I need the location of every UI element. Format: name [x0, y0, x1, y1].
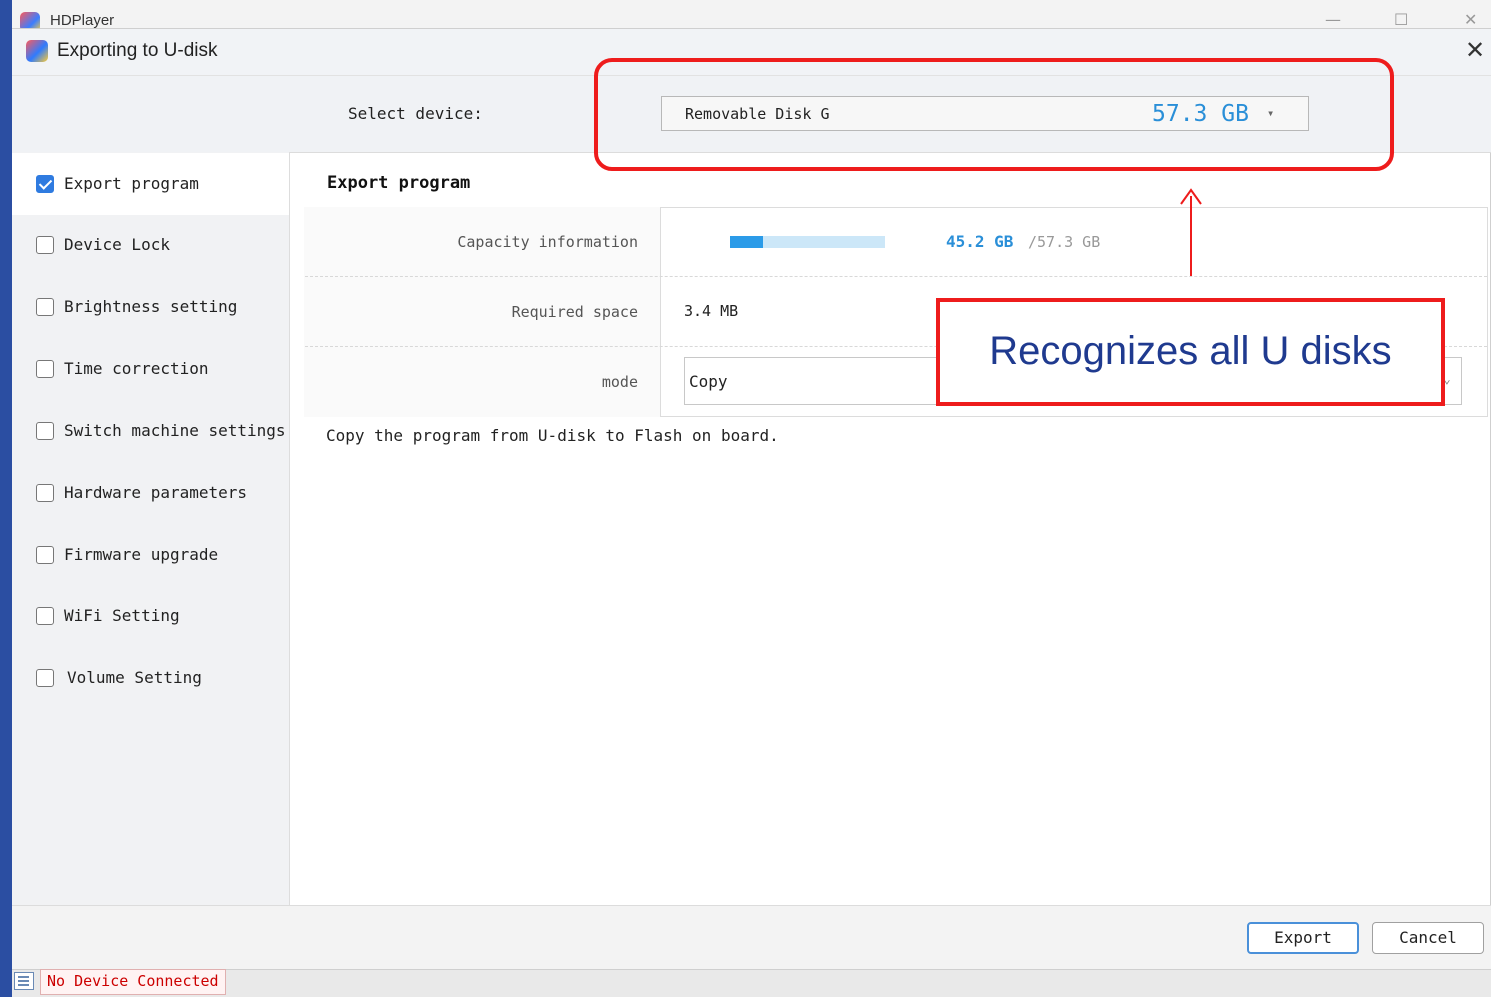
sidebar-item-label: Device Lock — [64, 235, 170, 254]
row-divider — [305, 276, 1487, 277]
app-close-icon[interactable]: ✕ — [1464, 10, 1477, 29]
annotation-arrow-line — [1190, 196, 1192, 276]
cancel-button[interactable]: Cancel — [1372, 922, 1484, 954]
sidebar-item-time-correction[interactable]: Time correction — [12, 339, 289, 401]
required-space-label: Required space — [511, 303, 638, 321]
firmware-upgrade-checkbox[interactable] — [36, 546, 54, 564]
sidebar-item-label: WiFi Setting — [64, 606, 180, 625]
capacity-used: 45.2 GB — [946, 232, 1014, 251]
device-lock-checkbox[interactable] — [36, 236, 54, 254]
dialog-close-icon[interactable]: ✕ — [1465, 36, 1485, 64]
sidebar-item-label: Export program — [64, 174, 199, 193]
required-space-value: 3.4 MB — [684, 302, 739, 320]
sidebar-item-hardware-parameters[interactable]: Hardware parameters — [12, 463, 289, 525]
sidebar-item-label: Switch machine settings — [64, 421, 286, 440]
export-button[interactable]: Export — [1247, 922, 1359, 954]
minimize-icon[interactable]: — — [1325, 10, 1341, 29]
sidebar-item-label: Time correction — [64, 359, 209, 378]
volume-setting-checkbox[interactable] — [36, 669, 54, 687]
status-bar — [12, 969, 1491, 997]
connection-status: No Device Connected — [40, 969, 226, 995]
sidebar-item-label: Volume Setting — [67, 668, 202, 687]
switch-machine-settings-checkbox[interactable] — [36, 422, 54, 440]
select-device-label: Select device: — [348, 104, 483, 123]
mode-description: Copy the program from U-disk to Flash on… — [326, 426, 779, 445]
sidebar-item-label: Firmware upgrade — [64, 545, 219, 564]
app-titlebar — [12, 0, 1491, 30]
capacity-label: Capacity information — [457, 233, 638, 251]
annotation-text: Recognizes all U disks — [989, 329, 1392, 373]
sidebar-item-switch-machine-settings[interactable]: Switch machine settings — [12, 401, 289, 463]
sidebar-item-wifi-setting[interactable]: WiFi Setting — [12, 587, 289, 649]
wifi-setting-checkbox[interactable] — [36, 607, 54, 625]
dialog-title: Exporting to U-disk — [57, 40, 218, 61]
brightness-setting-checkbox[interactable] — [36, 298, 54, 316]
hardware-parameters-checkbox[interactable] — [36, 484, 54, 502]
sidebar-item-volume-setting[interactable]: Volume Setting — [12, 649, 289, 711]
capacity-total: /57.3 GB — [1028, 233, 1101, 251]
mode-value: Copy — [689, 372, 728, 391]
section-title: Export program — [327, 173, 471, 193]
sidebar-item-firmware-upgrade[interactable]: Firmware upgrade — [12, 525, 289, 587]
list-icon[interactable] — [14, 972, 34, 990]
mode-label: mode — [601, 373, 638, 391]
sidebar-item-label: Brightness setting — [64, 297, 238, 316]
sidebar-item-label: Hardware parameters — [64, 483, 248, 502]
export-program-checkbox[interactable] — [36, 175, 54, 193]
highlight-frame — [594, 58, 1394, 171]
sidebar-item-export-program[interactable]: Export program — [12, 153, 289, 215]
sidebar-item-brightness-setting[interactable]: Brightness setting — [12, 277, 289, 339]
dialog-app-icon — [26, 40, 48, 62]
capacity-bar-fill — [730, 236, 763, 248]
sidebar-item-device-lock[interactable]: Device Lock — [12, 215, 289, 277]
maximize-icon[interactable]: ☐ — [1394, 10, 1408, 29]
arrow-up-icon — [1180, 188, 1202, 205]
time-correction-checkbox[interactable] — [36, 360, 54, 378]
app-title: HDPlayer — [50, 12, 115, 29]
